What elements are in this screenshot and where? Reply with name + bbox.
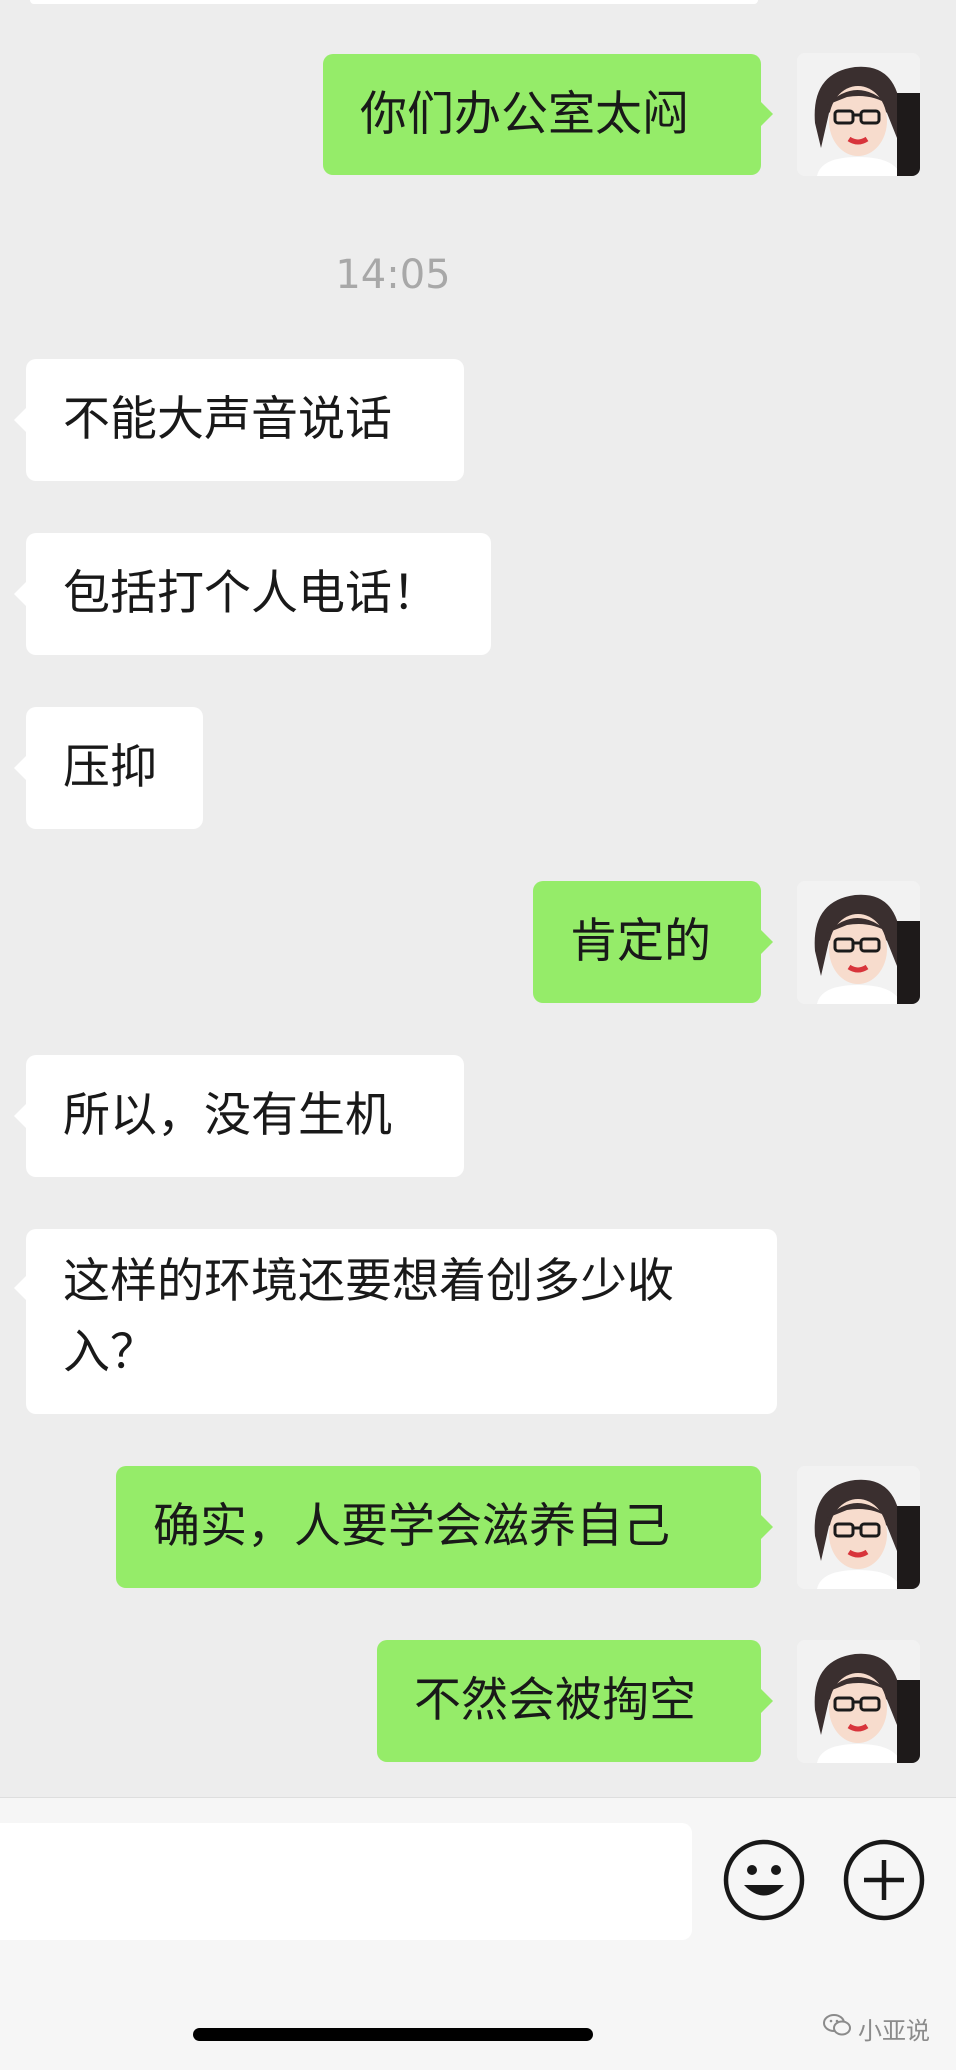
- watermark: 小亚说: [822, 2008, 930, 2048]
- bubble-tail: [760, 1514, 773, 1540]
- emoji-smile-icon[interactable]: [722, 1838, 806, 1922]
- chat-area[interactable]: 你们办公室太闷 14:05 不能大声音说话 包括打个人电话！ 压抑 肯定的 所以…: [0, 0, 956, 1797]
- message-bubble-incoming[interactable]: 包括打个人电话！: [26, 533, 491, 655]
- message-bubble-outgoing[interactable]: 不然会被掏空: [377, 1640, 761, 1762]
- previous-message-edge: [30, 0, 758, 4]
- avatar[interactable]: [797, 1466, 920, 1589]
- message-text: 确实，人要学会滋养自己: [153, 1499, 670, 1554]
- wechat-official-account-icon: [822, 2013, 852, 2043]
- avatar-image: [797, 1640, 920, 1763]
- message-bubble-outgoing[interactable]: 你们办公室太闷: [323, 54, 761, 175]
- message-bubble-incoming[interactable]: 这样的环境还要想着创多少收入？: [26, 1229, 777, 1414]
- timestamp: 14:05: [335, 252, 451, 298]
- message-text: 压抑: [63, 740, 157, 795]
- avatar[interactable]: [797, 1640, 920, 1763]
- bubble-tail: [760, 1688, 773, 1714]
- message-text: 肯定的: [570, 914, 711, 969]
- avatar[interactable]: [797, 53, 920, 176]
- avatar-image: [797, 1466, 920, 1589]
- avatar-image: [797, 881, 920, 1004]
- message-text: 这样的环境还要想着创多少收入？: [63, 1254, 674, 1380]
- bubble-tail: [760, 929, 773, 955]
- home-indicator: [193, 2028, 593, 2041]
- avatar-image: [797, 53, 920, 176]
- message-bubble-incoming[interactable]: 所以，没有生机: [26, 1055, 464, 1177]
- message-bubble-outgoing[interactable]: 确实，人要学会滋养自己: [116, 1466, 761, 1588]
- plus-circle-icon[interactable]: [842, 1838, 926, 1922]
- message-bubble-outgoing[interactable]: 肯定的: [533, 881, 761, 1003]
- message-text: 不然会被掏空: [414, 1673, 696, 1728]
- message-text: 你们办公室太闷: [360, 87, 689, 142]
- message-text: 所以，没有生机: [63, 1088, 392, 1143]
- watermark-text: 小亚说: [858, 2016, 930, 2045]
- message-text: 包括打个人电话！: [63, 566, 439, 621]
- avatar[interactable]: [797, 881, 920, 1004]
- message-bubble-incoming[interactable]: 不能大声音说话: [26, 359, 464, 481]
- bubble-tail: [760, 101, 773, 127]
- message-bubble-incoming[interactable]: 压抑: [26, 707, 203, 829]
- message-text: 不能大声音说话: [63, 392, 392, 447]
- message-input[interactable]: [0, 1823, 692, 1940]
